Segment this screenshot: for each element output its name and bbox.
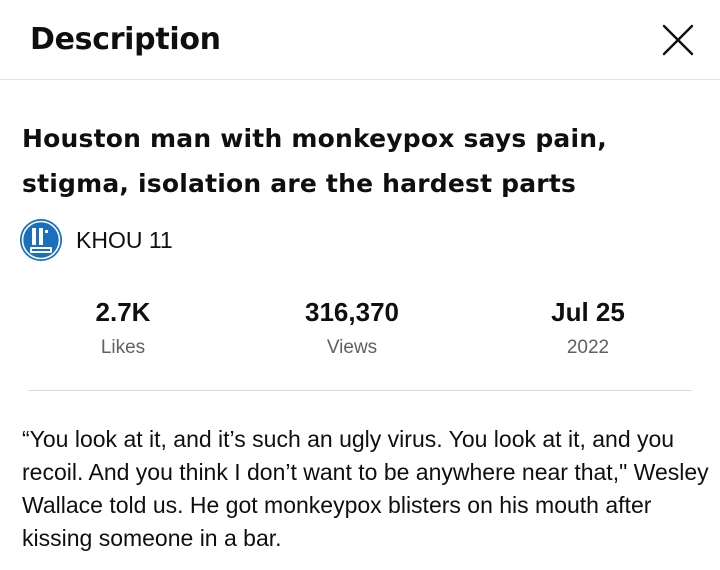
likes-label: Likes [100,337,146,358]
likes-stat: 2.7K Likes [23,292,223,364]
close-icon [662,24,694,56]
likes-count: 2.7K [95,297,151,327]
views-stat: 316,370 Views [252,292,452,364]
publish-date-stat: Jul 25 2022 [488,292,688,364]
views-label: Views [326,337,378,358]
description-panel-header: Description [0,0,720,80]
channel-name[interactable]: KHOU 11 [76,227,173,254]
divider [28,390,692,391]
description-text: “You look at it, and it’s such an ugly v… [22,426,709,551]
video-title: Houston man with monkeypox says pain, st… [22,124,607,198]
views-count: 316,370 [305,297,399,327]
channel-avatar[interactable] [20,219,62,261]
publish-date: Jul 25 [551,297,625,327]
channel-row[interactable]: KHOU 11 [20,218,173,262]
video-stats: 2.7K Likes 316,370 Views Jul 25 2022 [0,292,720,372]
khou-11-logo-icon [20,219,62,261]
close-button[interactable] [656,18,700,62]
publish-year: 2022 [566,337,610,358]
panel-title: Description [30,22,221,57]
